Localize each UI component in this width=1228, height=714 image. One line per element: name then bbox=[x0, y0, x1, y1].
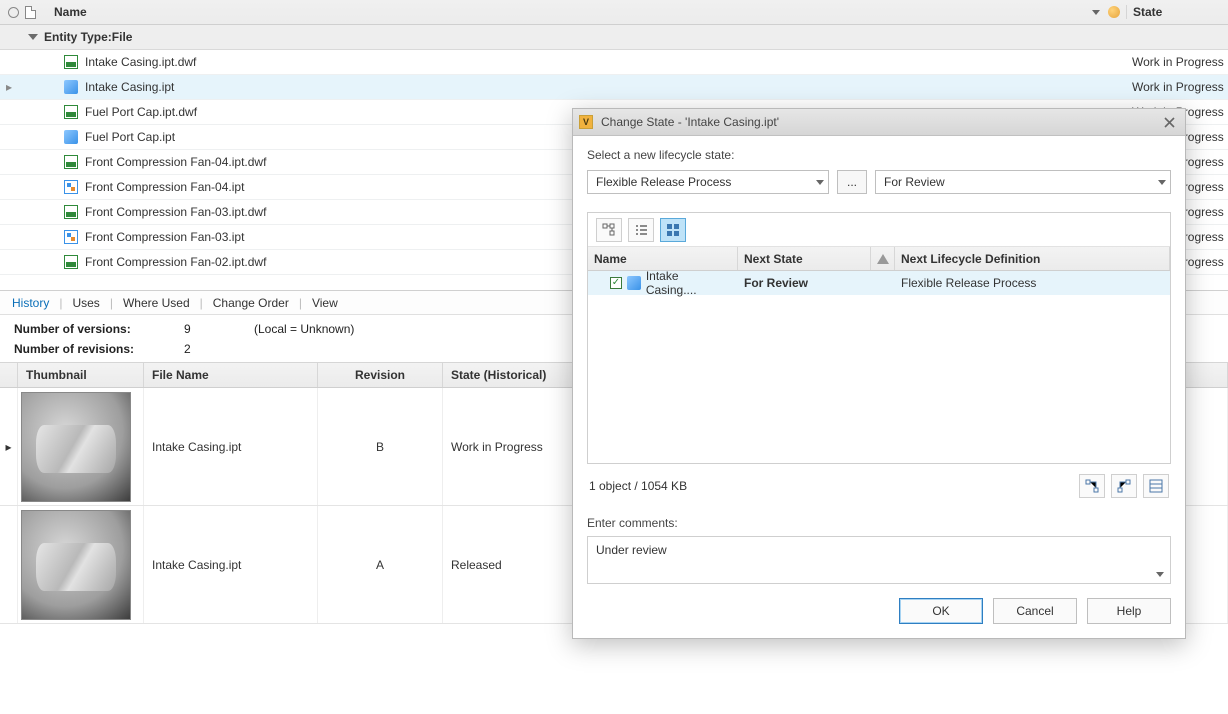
grid-empty-area bbox=[588, 295, 1170, 463]
list-view-button[interactable] bbox=[628, 218, 654, 242]
ipt-file-icon bbox=[64, 130, 78, 144]
grid-header: Name State bbox=[0, 0, 1228, 25]
tab-view[interactable]: View bbox=[308, 296, 342, 310]
item-checkbox[interactable]: ✓ bbox=[610, 277, 622, 289]
tab-where-used[interactable]: Where Used bbox=[119, 296, 194, 310]
col-next-state[interactable]: Next State bbox=[738, 247, 871, 270]
target-state-value: For Review bbox=[884, 175, 1152, 189]
dwf-file-icon bbox=[64, 55, 78, 69]
expand-row[interactable]: ▸ bbox=[0, 388, 18, 505]
file-name: Intake Casing.ipt.dwf bbox=[85, 55, 196, 69]
col-warning[interactable] bbox=[871, 247, 895, 270]
item-row[interactable]: ✓ Intake Casing.... For Review Flexible … bbox=[588, 271, 1170, 295]
items-grid-box: Name Next State Next Lifecycle Definitio… bbox=[587, 212, 1171, 464]
chevron-down-icon bbox=[1158, 180, 1166, 185]
expand-parents-button[interactable] bbox=[1111, 474, 1137, 498]
doc-type-column-icon[interactable] bbox=[25, 6, 36, 19]
sort-dropdown-icon[interactable] bbox=[1092, 10, 1100, 15]
details-toggle-button[interactable] bbox=[1143, 474, 1169, 498]
file-name: Fuel Port Cap.ipt.dwf bbox=[85, 105, 197, 119]
iam-file-icon bbox=[64, 230, 78, 244]
file-name: Front Compression Fan-03.ipt.dwf bbox=[85, 205, 266, 219]
target-state-combo[interactable]: For Review bbox=[875, 170, 1171, 194]
iam-file-icon bbox=[64, 180, 78, 194]
collapse-icon bbox=[28, 34, 38, 40]
item-lifecycle: Flexible Release Process bbox=[895, 276, 1170, 290]
tab-history[interactable]: History bbox=[8, 296, 53, 310]
file-name: Fuel Port Cap.ipt bbox=[85, 130, 175, 144]
warning-icon bbox=[877, 254, 889, 264]
item-name: Intake Casing.... bbox=[646, 269, 732, 297]
col-file-name[interactable]: File Name bbox=[144, 363, 318, 387]
revisions-label: Number of revisions: bbox=[14, 342, 184, 356]
select-column-icon[interactable] bbox=[8, 7, 19, 18]
row-marker: ▸ bbox=[0, 80, 18, 94]
dialog-titlebar[interactable]: V Change State - 'Intake Casing.ipt' bbox=[573, 109, 1185, 136]
file-row[interactable]: ▸ Intake Casing.ipt Work in Progress bbox=[0, 75, 1228, 100]
col-next-lifecycle[interactable]: Next Lifecycle Definition bbox=[895, 247, 1170, 270]
file-row[interactable]: Intake Casing.ipt.dwf Work in Progress bbox=[0, 50, 1228, 75]
col-thumbnail[interactable]: Thumbnail bbox=[18, 363, 144, 387]
chevron-down-icon bbox=[1156, 572, 1164, 577]
file-name: Front Compression Fan-04.ipt.dwf bbox=[85, 155, 266, 169]
dwf-file-icon bbox=[64, 105, 78, 119]
status-text: 1 object / 1054 KB bbox=[589, 479, 687, 493]
file-name: Front Compression Fan-03.ipt bbox=[85, 230, 244, 244]
file-state: Work in Progress bbox=[1128, 80, 1228, 94]
group-label: Entity Type:File bbox=[44, 30, 132, 44]
lifecycle-definition-combo[interactable]: Flexible Release Process bbox=[587, 170, 829, 194]
item-next-state: For Review bbox=[738, 276, 871, 290]
history-file-name: Intake Casing.ipt bbox=[144, 506, 318, 623]
thumbnail bbox=[21, 510, 131, 620]
comments-value: Under review bbox=[596, 543, 667, 557]
file-name: Intake Casing.ipt bbox=[85, 80, 174, 94]
expand-children-button[interactable] bbox=[1079, 474, 1105, 498]
col-name[interactable]: Name bbox=[588, 247, 738, 270]
versions-label: Number of versions: bbox=[14, 322, 184, 336]
history-revision: A bbox=[318, 506, 443, 623]
change-state-dialog: V Change State - 'Intake Casing.ipt' Sel… bbox=[572, 108, 1186, 639]
dwf-file-icon bbox=[64, 205, 78, 219]
dialog-title: Change State - 'Intake Casing.ipt' bbox=[601, 115, 1151, 129]
ipt-file-icon bbox=[64, 80, 78, 94]
tab-change-order[interactable]: Change Order bbox=[209, 296, 293, 310]
versions-value: 9 bbox=[184, 322, 254, 336]
file-name: Front Compression Fan-02.ipt.dwf bbox=[85, 255, 266, 269]
thumbnail bbox=[21, 392, 131, 502]
close-icon[interactable] bbox=[1159, 112, 1179, 132]
tree-view-button[interactable] bbox=[596, 218, 622, 242]
grid-view-button[interactable] bbox=[660, 218, 686, 242]
cancel-button[interactable]: Cancel bbox=[993, 598, 1077, 624]
tab-separator: | bbox=[108, 296, 115, 310]
expand-row[interactable] bbox=[0, 506, 18, 623]
dialog-app-icon: V bbox=[579, 115, 593, 129]
dwf-file-icon bbox=[64, 255, 78, 269]
col-revision[interactable]: Revision bbox=[318, 363, 443, 387]
tab-separator: | bbox=[57, 296, 64, 310]
dwf-file-icon bbox=[64, 155, 78, 169]
file-state: Work in Progress bbox=[1128, 55, 1228, 69]
lifecycle-definition-value: Flexible Release Process bbox=[596, 175, 810, 189]
tab-separator: | bbox=[297, 296, 304, 310]
tab-uses[interactable]: Uses bbox=[68, 296, 103, 310]
tab-separator: | bbox=[198, 296, 205, 310]
help-button[interactable]: Help bbox=[1087, 598, 1171, 624]
comments-label: Enter comments: bbox=[587, 516, 1171, 530]
group-row-entity-type[interactable]: Entity Type:File bbox=[0, 25, 1228, 50]
select-state-label: Select a new lifecycle state: bbox=[587, 148, 1171, 162]
history-revision: B bbox=[318, 388, 443, 505]
column-state[interactable]: State bbox=[1133, 5, 1162, 19]
browse-button[interactable]: ... bbox=[837, 170, 867, 194]
chevron-down-icon bbox=[816, 180, 824, 185]
comments-input[interactable]: Under review bbox=[587, 536, 1171, 584]
history-file-name: Intake Casing.ipt bbox=[144, 388, 318, 505]
revisions-value: 2 bbox=[184, 342, 254, 356]
state-column-icon[interactable] bbox=[1108, 6, 1120, 18]
file-name: Front Compression Fan-04.ipt bbox=[85, 180, 244, 194]
ok-button[interactable]: OK bbox=[899, 598, 983, 624]
ipt-file-icon bbox=[627, 276, 641, 290]
column-name[interactable]: Name bbox=[54, 5, 87, 19]
view-toolbar bbox=[588, 213, 1170, 247]
